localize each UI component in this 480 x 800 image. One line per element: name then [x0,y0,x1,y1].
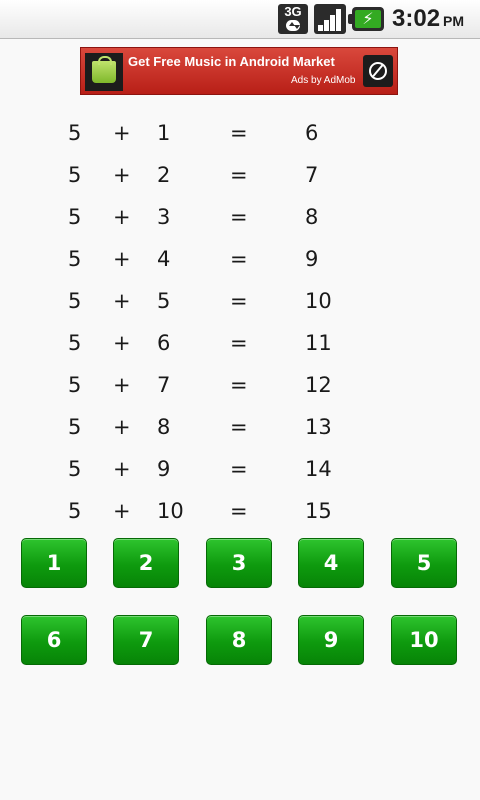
clock: 3:02 PM [392,5,464,35]
result: 11 [305,331,332,355]
equals-sign: = [230,415,248,439]
operand-a: 5 [68,331,82,355]
plus-sign: + [113,121,131,145]
answer-button-8[interactable]: 8 [206,615,272,665]
equation-row: 5 + 4 = 9 [0,238,480,280]
equals-sign: = [230,373,248,397]
status-bar: 3G ⚡ 3:02 PM [0,0,480,39]
plus-sign: + [113,163,131,187]
operand-a: 5 [68,247,82,271]
answer-button-3[interactable]: 3 [206,538,272,588]
result: 8 [305,205,319,229]
result: 9 [305,247,319,271]
equals-sign: = [230,331,248,355]
answer-button-2[interactable]: 2 [113,538,179,588]
equation-row: 5 + 5 = 10 [0,280,480,322]
plus-sign: + [113,331,131,355]
clock-time: 3:02 [392,5,441,32]
equals-sign: = [230,499,248,523]
plus-sign: + [113,205,131,229]
operand-b: 3 [157,205,171,229]
result: 6 [305,121,319,145]
equation-row: 5 + 10 = 15 [0,490,480,532]
equation-row: 5 + 8 = 13 [0,406,480,448]
operand-a: 5 [68,415,82,439]
plus-sign: + [113,289,131,313]
operand-b: 8 [157,415,171,439]
answer-button-5[interactable]: 5 [391,538,457,588]
equals-sign: = [230,289,248,313]
operand-a: 5 [68,289,82,313]
equals-sign: = [230,457,248,481]
operand-b: 10 [157,499,184,523]
equation-row: 5 + 2 = 7 [0,154,480,196]
equals-sign: = [230,247,248,271]
result: 12 [305,373,332,397]
result: 7 [305,163,319,187]
compass-icon[interactable] [363,55,393,87]
screen: 3G ⚡ 3:02 PM Get Free Music in Android Ma… [0,0,480,800]
operand-b: 6 [157,331,171,355]
operand-b: 9 [157,457,171,481]
result: 10 [305,289,332,313]
plus-sign: + [113,247,131,271]
result: 15 [305,499,332,523]
operand-b: 5 [157,289,171,313]
operand-a: 5 [68,373,82,397]
operand-a: 5 [68,499,82,523]
clock-ampm: PM [443,13,465,29]
answer-button-4[interactable]: 4 [298,538,364,588]
operand-a: 5 [68,457,82,481]
equation-row: 5 + 9 = 14 [0,448,480,490]
equation-row: 5 + 1 = 6 [0,112,480,154]
operand-b: 1 [157,121,171,145]
plus-sign: + [113,499,131,523]
answer-button-7[interactable]: 7 [113,615,179,665]
ad-subtitle: Ads by AdMob [291,75,356,86]
plus-sign: + [113,457,131,481]
result: 14 [305,457,332,481]
answer-button-1[interactable]: 1 [21,538,87,588]
equals-sign: = [230,121,248,145]
equation-row: 5 + 7 = 12 [0,364,480,406]
answer-button-6[interactable]: 6 [21,615,87,665]
data-arrows-icon [286,20,300,31]
charging-bolt-icon: ⚡ [362,9,374,28]
equals-sign: = [230,205,248,229]
ad-title: Get Free Music in Android Market [128,54,335,69]
operand-b: 7 [157,373,171,397]
equation-row: 5 + 6 = 11 [0,322,480,364]
network-label: 3G [284,4,302,19]
equals-sign: = [230,163,248,187]
plus-sign: + [113,373,131,397]
operand-a: 5 [68,205,82,229]
ad-banner[interactable]: Get Free Music in Android Market Ads by … [80,47,398,95]
compass-ring [369,62,387,80]
result: 13 [305,415,332,439]
bag-shape [92,56,116,83]
signal-strength-icon [314,4,346,34]
3g-data-icon: 3G [278,4,308,34]
operand-a: 5 [68,121,82,145]
market-bag-icon [85,53,123,91]
operand-b: 4 [157,247,171,271]
answer-button-9[interactable]: 9 [298,615,364,665]
operand-b: 2 [157,163,171,187]
equation-row: 5 + 3 = 8 [0,196,480,238]
plus-sign: + [113,415,131,439]
operand-a: 5 [68,163,82,187]
answer-button-10[interactable]: 10 [391,615,457,665]
